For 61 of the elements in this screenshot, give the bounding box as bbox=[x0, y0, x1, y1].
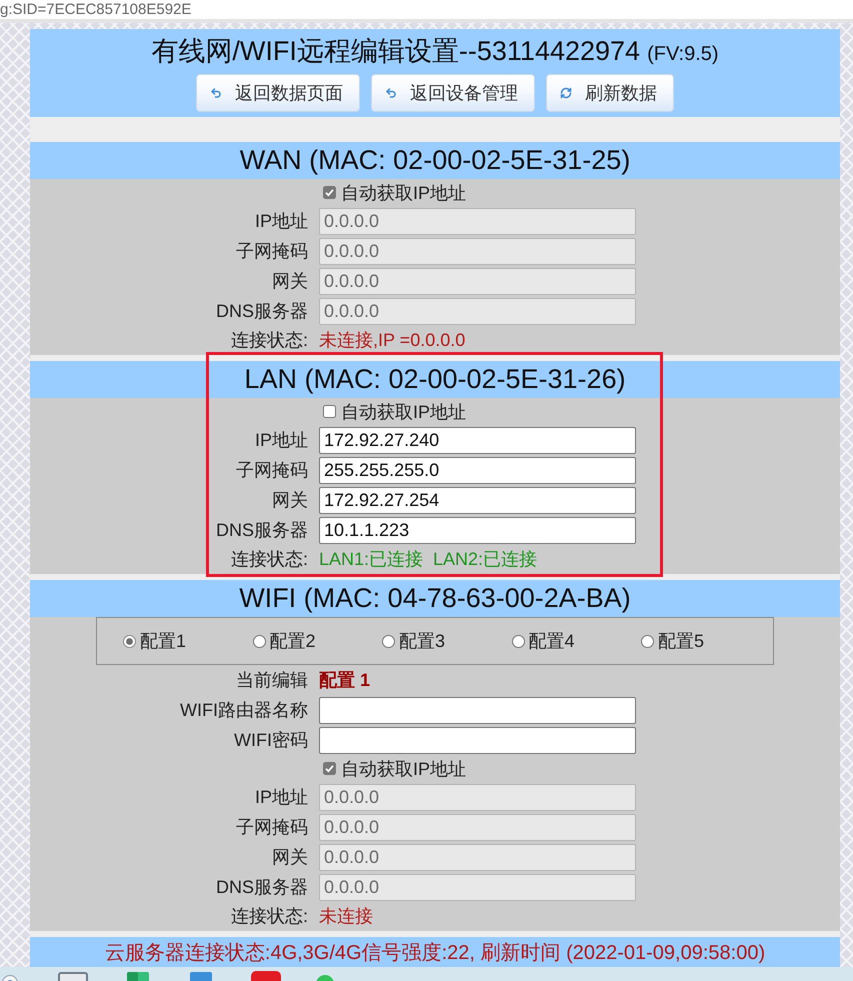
field-label: IP地址 bbox=[254, 429, 308, 452]
url-text: g:SID=7ECEC857108E592E bbox=[0, 0, 192, 19]
window-icon[interactable] bbox=[58, 972, 88, 981]
text-field[interactable]: 172.92.27.254 bbox=[319, 486, 636, 514]
back-arrow-icon bbox=[210, 87, 222, 99]
status-label: 连接状态: bbox=[230, 329, 308, 352]
radio-label: 配置3 bbox=[399, 630, 446, 653]
firmware-version: (FV:9.5) bbox=[647, 42, 719, 67]
field-label: DNS服务器 bbox=[216, 519, 308, 542]
checkbox-label: 自动获取IP地址 bbox=[341, 758, 466, 780]
app-icon[interactable] bbox=[2, 974, 18, 981]
text-field[interactable] bbox=[319, 696, 636, 724]
field-label: WIFI密码 bbox=[234, 729, 308, 752]
checkbox[interactable] bbox=[323, 762, 336, 775]
radio-label: 配置2 bbox=[270, 630, 316, 653]
page-title: 有线网/WIFI远程编辑设置--53114422974 bbox=[151, 35, 640, 67]
current-profile: 配置 1 bbox=[319, 669, 372, 692]
radio-label: 配置5 bbox=[658, 630, 704, 653]
field-label: DNS服务器 bbox=[216, 876, 308, 899]
field-label: 网关 bbox=[272, 846, 308, 869]
section-header: WAN (MAC: 02-00-02-5E-31-25) bbox=[30, 142, 840, 179]
nav-button[interactable]: 返回数据页面 bbox=[196, 74, 360, 112]
text-field[interactable] bbox=[319, 726, 636, 754]
checkbox-label: 自动获取IP地址 bbox=[341, 182, 466, 204]
cloud-status-text: 云服务器连接状态:4G,3G/4G信号强度:22, 刷新时间 (2022-01-09,09:58:00) bbox=[104, 940, 766, 966]
refresh-icon bbox=[560, 87, 572, 99]
radio-button[interactable] bbox=[252, 634, 266, 648]
back-arrow-icon bbox=[385, 87, 397, 99]
checkbox-label: 自动获取IP地址 bbox=[341, 400, 466, 424]
checkbox[interactable] bbox=[323, 405, 336, 418]
field-label: 子网掩码 bbox=[236, 459, 308, 482]
nav-button[interactable]: 刷新数据 bbox=[546, 74, 674, 112]
field-label: WIFI路由器名称 bbox=[180, 699, 308, 722]
radio-button[interactable] bbox=[123, 634, 136, 648]
current-edit-label: 当前编辑 bbox=[236, 669, 308, 692]
radio-button[interactable] bbox=[641, 634, 654, 648]
status-label: 连接状态: bbox=[230, 905, 308, 928]
field-label: 子网掩码 bbox=[236, 816, 308, 839]
radio-label: 配置4 bbox=[528, 630, 575, 653]
connection-status: 未连接 bbox=[319, 905, 373, 928]
connection-status: LAN1:已连接 bbox=[319, 548, 424, 571]
radio-button[interactable] bbox=[382, 634, 395, 648]
connection-status: 未连接,IP =0.0.0.0 bbox=[319, 329, 466, 352]
section-header: LAN (MAC: 02-00-02-5E-31-26) bbox=[30, 361, 840, 398]
nav-button[interactable]: 返回设备管理 bbox=[371, 74, 535, 112]
status-label: 连接状态: bbox=[230, 548, 308, 571]
app-icon[interactable] bbox=[251, 971, 281, 981]
text-field[interactable]: 10.1.1.223 bbox=[319, 516, 636, 544]
field-label: DNS服务器 bbox=[216, 300, 308, 323]
section-header: WIFI (MAC: 04-78-63-00-2A-BA) bbox=[30, 580, 840, 617]
text-field[interactable]: 172.92.27.240 bbox=[319, 426, 636, 454]
field-label: 网关 bbox=[272, 270, 308, 293]
checkbox[interactable] bbox=[323, 186, 336, 199]
field-label: 网关 bbox=[272, 489, 308, 512]
field-label: IP地址 bbox=[254, 210, 308, 233]
radio-button[interactable] bbox=[512, 634, 524, 648]
radio-label: 配置1 bbox=[140, 630, 186, 653]
connection-status: LAN2:已连接 bbox=[433, 548, 538, 571]
text-field[interactable]: 255.255.255.0 bbox=[319, 456, 636, 484]
field-label: IP地址 bbox=[254, 786, 308, 809]
field-label: 子网掩码 bbox=[236, 240, 308, 263]
